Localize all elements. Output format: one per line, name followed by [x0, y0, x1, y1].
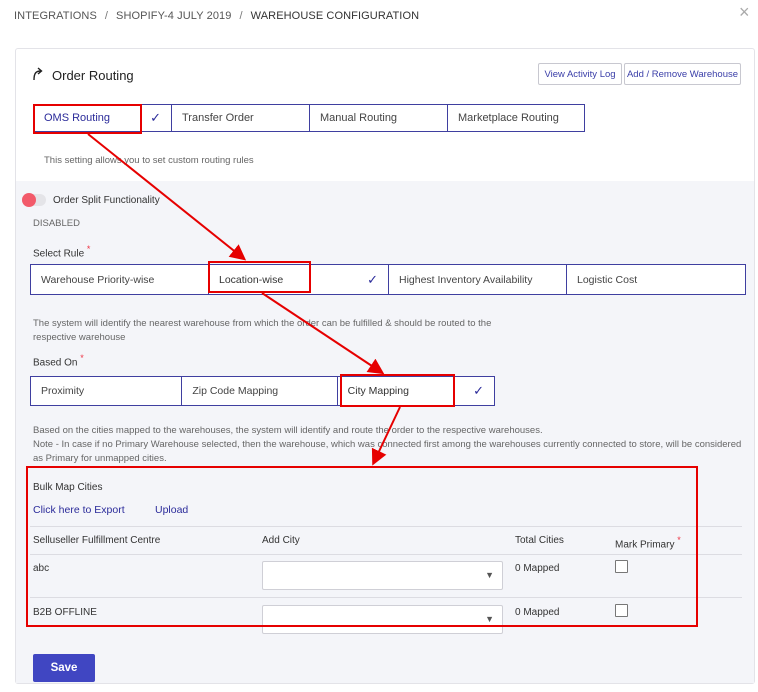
- arrow-oms-to-location: [87, 133, 247, 261]
- arrow-location-to-city: [261, 292, 385, 375]
- arrow-city-to-bulk: [371, 406, 401, 466]
- annotation-arrows: [87, 133, 401, 466]
